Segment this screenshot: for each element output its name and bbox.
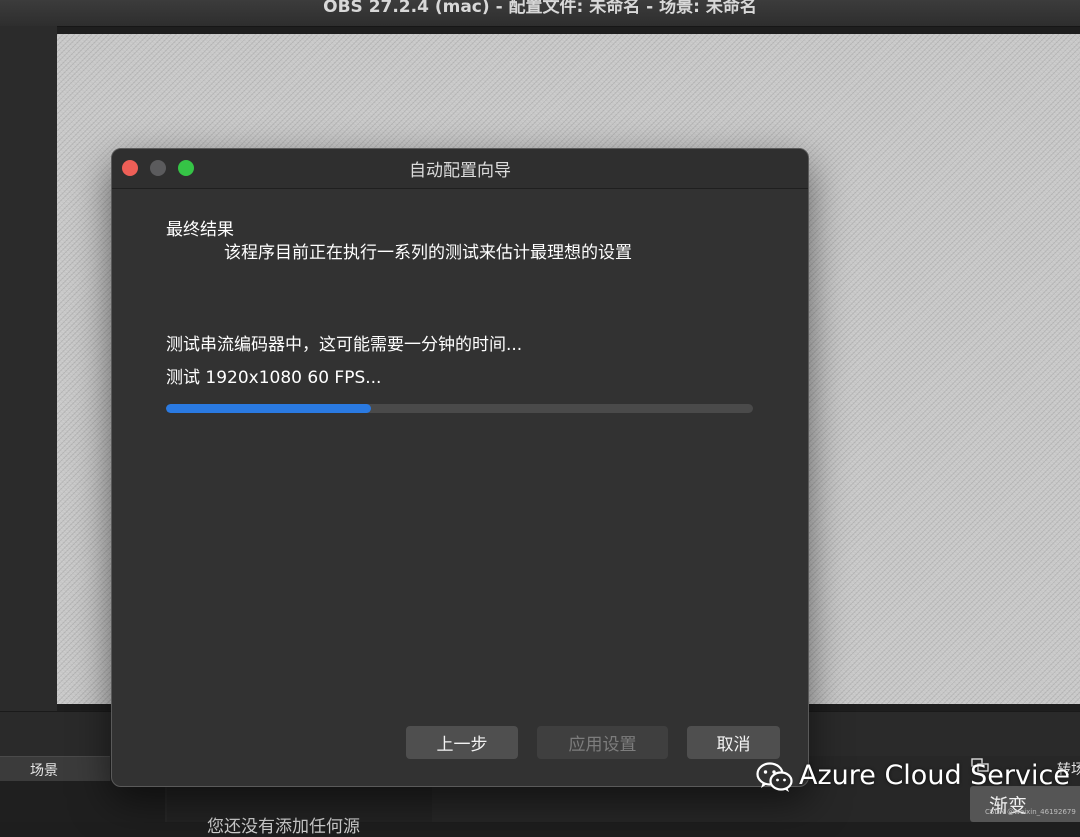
previous-button[interactable]: 上一步 [406,726,518,759]
scenes-dock-title: 场景 [30,763,58,779]
progress-bar-fill [166,404,372,413]
cancel-button[interactable]: 取消 [687,726,780,759]
result-description: 该程序目前正在执行一系列的测试来估计最理想的设置 [224,243,632,263]
test-resolution-text: 测试 1920x1080 60 FPS... [166,368,382,388]
dialog-title: 自动配置向导 [409,161,511,181]
obs-window-title: OBS 27.2.4 (mac) - 配置文件: 未命名 - 场景: 未命名 [323,0,757,17]
test-status-text: 测试串流编码器中，这可能需要一分钟的时间... [166,335,523,355]
sources-empty-message: 您还没有添加任何源 [207,817,360,837]
obs-title-bar: OBS 27.2.4 (mac) - 配置文件: 未命名 - 场景: 未命名 [0,0,1080,27]
watermark-text: Azure Cloud Service [799,760,1070,791]
credit-text: CSDN @weixin_46192679 [985,808,1076,816]
result-heading: 最终结果 [166,220,234,240]
scenes-list[interactable] [0,781,165,822]
apply-settings-button[interactable]: 应用设置 [537,726,668,759]
auto-config-wizard-dialog: 自动配置向导 最终结果 该程序目前正在执行一系列的测试来估计最理想的设置 测试串… [111,148,809,787]
wechat-icon [756,762,793,792]
transition-select[interactable]: 渐变 [970,786,1080,822]
left-panel [0,26,57,711]
progress-bar [166,404,753,413]
dialog-title-bar: 自动配置向导 [112,149,808,189]
scenes-dock-header: 场景 [0,756,110,781]
